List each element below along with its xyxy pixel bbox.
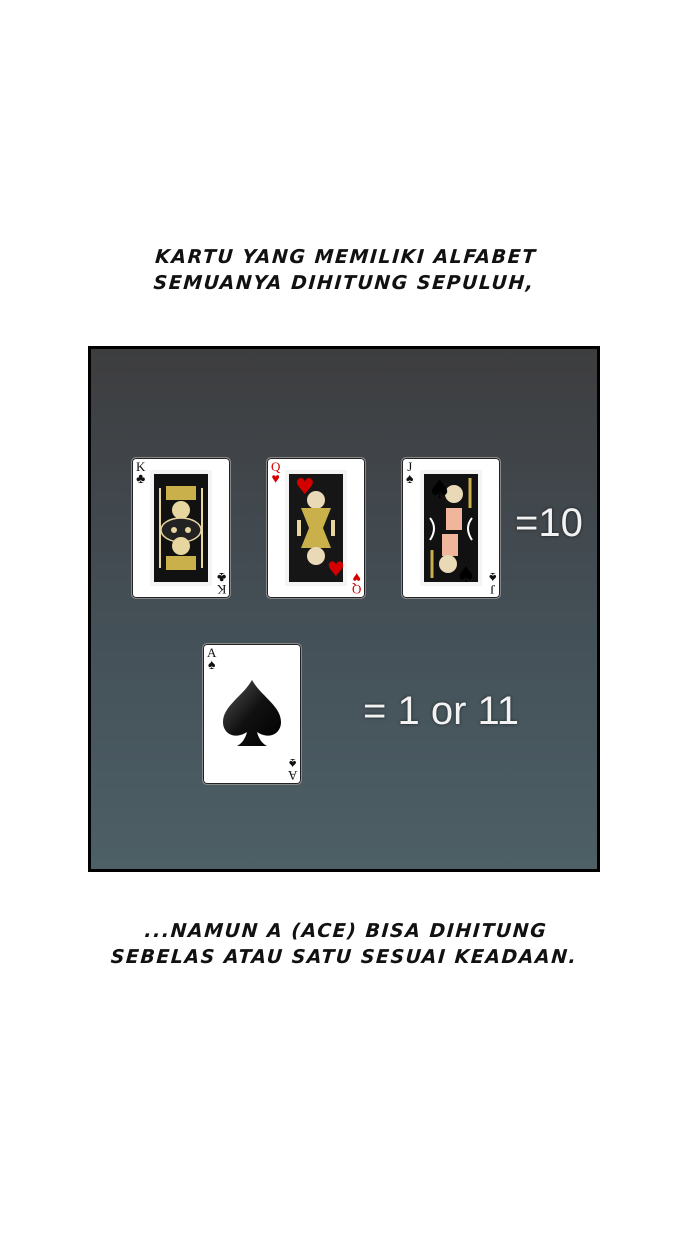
spades-icon: ♠: [488, 569, 496, 584]
jack-figure-icon: ♠ ♠: [420, 470, 482, 588]
caption-bottom-line1: ...NAMUN A (ACE) BISA DIHITUNG: [143, 920, 549, 942]
caption-bottom-line2: SEBELAS ATAU SATU SESUAI KEADAAN.: [110, 946, 579, 968]
card-rank-bottom: K: [216, 582, 226, 597]
hearts-icon: ♥: [352, 569, 361, 584]
svg-text:♥: ♥: [327, 557, 345, 581]
svg-text:♥: ♥: [295, 475, 315, 500]
hearts-icon: ♥: [271, 472, 280, 487]
clubs-icon: ♣: [136, 472, 146, 487]
caption-top-line2: SEMUANYA DIHITUNG SEPULUH,: [152, 272, 536, 294]
ace-of-spades-card: A ♠ A ♠: [202, 643, 302, 785]
card-rank-bottom: Q: [351, 582, 361, 597]
caption-top: KARTU YANG MEMILIKI ALFABET SEMUANYA DIH…: [0, 244, 690, 296]
face-card-value-label: =10: [515, 501, 583, 545]
svg-text:♠: ♠: [428, 475, 451, 505]
spades-icon: ♠: [288, 755, 297, 770]
king-figure-icon: [150, 470, 212, 586]
large-spade-icon: [223, 680, 281, 746]
svg-text:♠: ♠: [456, 563, 476, 588]
clubs-icon: ♣: [216, 569, 226, 584]
caption-top-line1: KARTU YANG MEMILIKI ALFABET: [154, 246, 538, 268]
jack-of-spades-card: ♠ ♠ J ♠ J ♠: [401, 457, 501, 599]
queen-figure-icon: ♥ ♥: [285, 470, 347, 586]
card-rank-bottom: J: [489, 582, 495, 597]
ace-value-label: = 1 or 11: [363, 689, 520, 733]
king-of-clubs-card: K ♣ K ♣: [131, 457, 231, 599]
card-rank-bottom: A: [287, 768, 297, 783]
cards-panel: K ♣ K ♣ ♥ ♥ Q ♥ Q ♥ ♠ ♠ J ♠ J ♠ =10 A ♠ …: [88, 346, 600, 872]
spades-icon: ♠: [406, 472, 414, 487]
caption-bottom: ...NAMUN A (ACE) BISA DIHITUNG SEBELAS A…: [0, 918, 690, 970]
queen-of-hearts-card: ♥ ♥ Q ♥ Q ♥: [266, 457, 366, 599]
spades-icon: ♠: [207, 658, 216, 673]
